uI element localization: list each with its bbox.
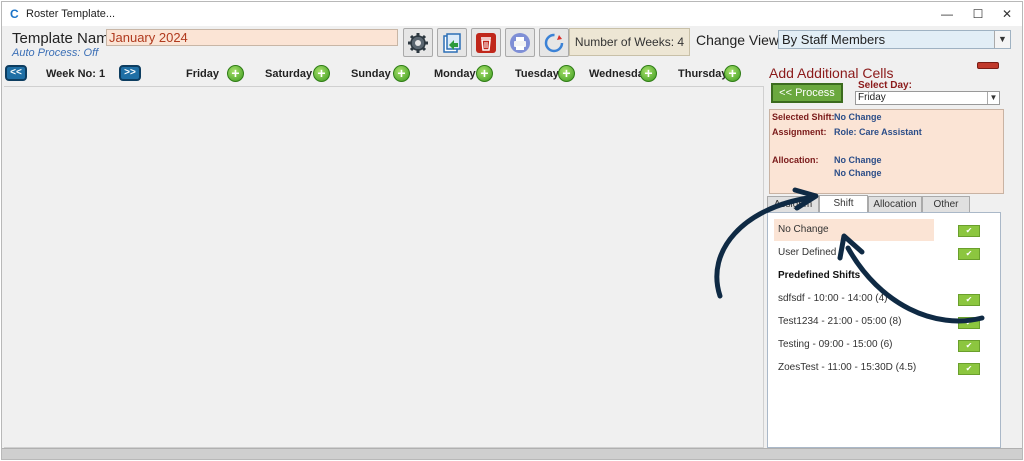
predefined-shift-item[interactable]: ZoesTest - 11:00 - 15:30D (4.5) [774,357,916,379]
delete-button[interactable] [471,28,501,57]
add-friday-plus-icon[interactable]: + [227,65,244,82]
check-no-change-icon[interactable]: ✔ [958,225,980,237]
predefined-shifts-header: Predefined Shifts [778,270,861,281]
allocation-value-2: No Change [834,168,882,178]
predefined-shift-item[interactable]: Testing - 09:00 - 15:00 (6) [774,334,893,356]
allocation-label: Allocation: [772,155,819,165]
shift-tab-panel: No Change ✔ User Defined ✔ Predefined Sh… [767,212,1001,448]
app-icon: C [10,7,19,21]
export-icon [443,33,461,53]
process-button[interactable]: << Process [771,83,843,103]
selection-info-box: Selected Shift: No Change Assignment: Ro… [769,109,1004,194]
refresh-icon [544,33,564,53]
day-header-sunday: Sunday [351,68,391,80]
change-view-value: By Staff Members [782,32,886,47]
day-header-wednesday: Wednesda [589,68,644,80]
print-button[interactable] [505,28,535,57]
week-number-label: Week No: 1 [46,68,106,80]
tab-other[interactable]: Other [922,196,970,213]
add-sunday-plus-icon[interactable]: + [393,65,410,82]
status-bar [2,448,1022,459]
export-button[interactable] [437,28,467,57]
next-week-button[interactable]: >> [119,65,141,81]
number-of-weeks: Number of Weeks: 4 [569,28,690,56]
roster-grid[interactable] [4,86,764,448]
chevron-down-icon: ▼ [994,31,1010,48]
check-shift-4-icon[interactable]: ✔ [958,363,980,375]
tab-assignment[interactable]: Assignm [767,196,819,213]
day-header-monday: Monday [434,68,476,80]
settings-button[interactable] [403,28,433,57]
template-name-label: Template Name: [12,30,122,47]
delete-icon [476,33,496,53]
change-view-select[interactable]: By Staff Members ▼ [778,30,1011,49]
add-thursday-plus-icon[interactable]: + [724,65,741,82]
select-day-value: Friday [858,92,886,103]
allocation-value-1: No Change [834,155,882,165]
add-tuesday-plus-icon[interactable]: + [558,65,575,82]
predefined-shift-item[interactable]: sdfsdf - 10:00 - 14:00 (4) [774,288,888,310]
template-name-input[interactable]: January 2024 [106,29,398,46]
roster-template-window: C Roster Template... — ☐ ✕ Template Name… [1,1,1023,460]
day-header-thursday: Thursday [678,68,728,80]
add-wednesday-plus-icon[interactable]: + [640,65,657,82]
assignment-value: Role: Care Assistant [834,127,922,137]
check-user-defined-icon[interactable]: ✔ [958,248,980,260]
refresh-button[interactable] [539,28,569,57]
select-day-label: Select Day: [858,80,912,91]
add-cells-title: Add Additional Cells [769,65,894,81]
auto-process-status: Auto Process: Off [12,47,99,59]
check-shift-1-icon[interactable]: ✔ [958,294,980,306]
minimize-button[interactable]: — [932,2,962,26]
selected-shift-value: No Change [834,112,882,122]
check-shift-2-icon[interactable]: ✔ [958,317,980,329]
add-saturday-plus-icon[interactable]: + [313,65,330,82]
check-shift-3-icon[interactable]: ✔ [958,340,980,352]
shift-option-no-change[interactable]: No Change [774,219,934,241]
day-header-tuesday: Tuesday [515,68,559,80]
close-button[interactable]: ✕ [992,2,1022,26]
select-day-dropdown[interactable]: Friday ▼ [855,91,1000,105]
title-bar: C Roster Template... — ☐ ✕ [2,2,1022,26]
tab-shift[interactable]: Shift [819,195,868,213]
shift-option-user-defined[interactable]: User Defined [774,242,836,264]
chevron-down-icon: ▼ [987,92,999,104]
add-monday-plus-icon[interactable]: + [476,65,493,82]
window-title: Roster Template... [26,8,116,20]
day-header-saturday: Saturday [265,68,313,80]
print-icon [510,33,530,53]
gear-icon [408,33,428,53]
tab-allocation[interactable]: Allocation [868,196,922,213]
predefined-shift-item[interactable]: Test1234 - 21:00 - 05:00 (8) [774,311,901,333]
prev-week-button[interactable]: << [5,65,27,81]
assignment-label: Assignment: [772,127,827,137]
panel-close-icon[interactable] [977,62,999,69]
selected-shift-label: Selected Shift: [772,112,835,122]
change-view-label: Change View: [696,32,783,48]
day-header-friday: Friday [186,68,220,80]
maximize-button[interactable]: ☐ [963,2,993,26]
